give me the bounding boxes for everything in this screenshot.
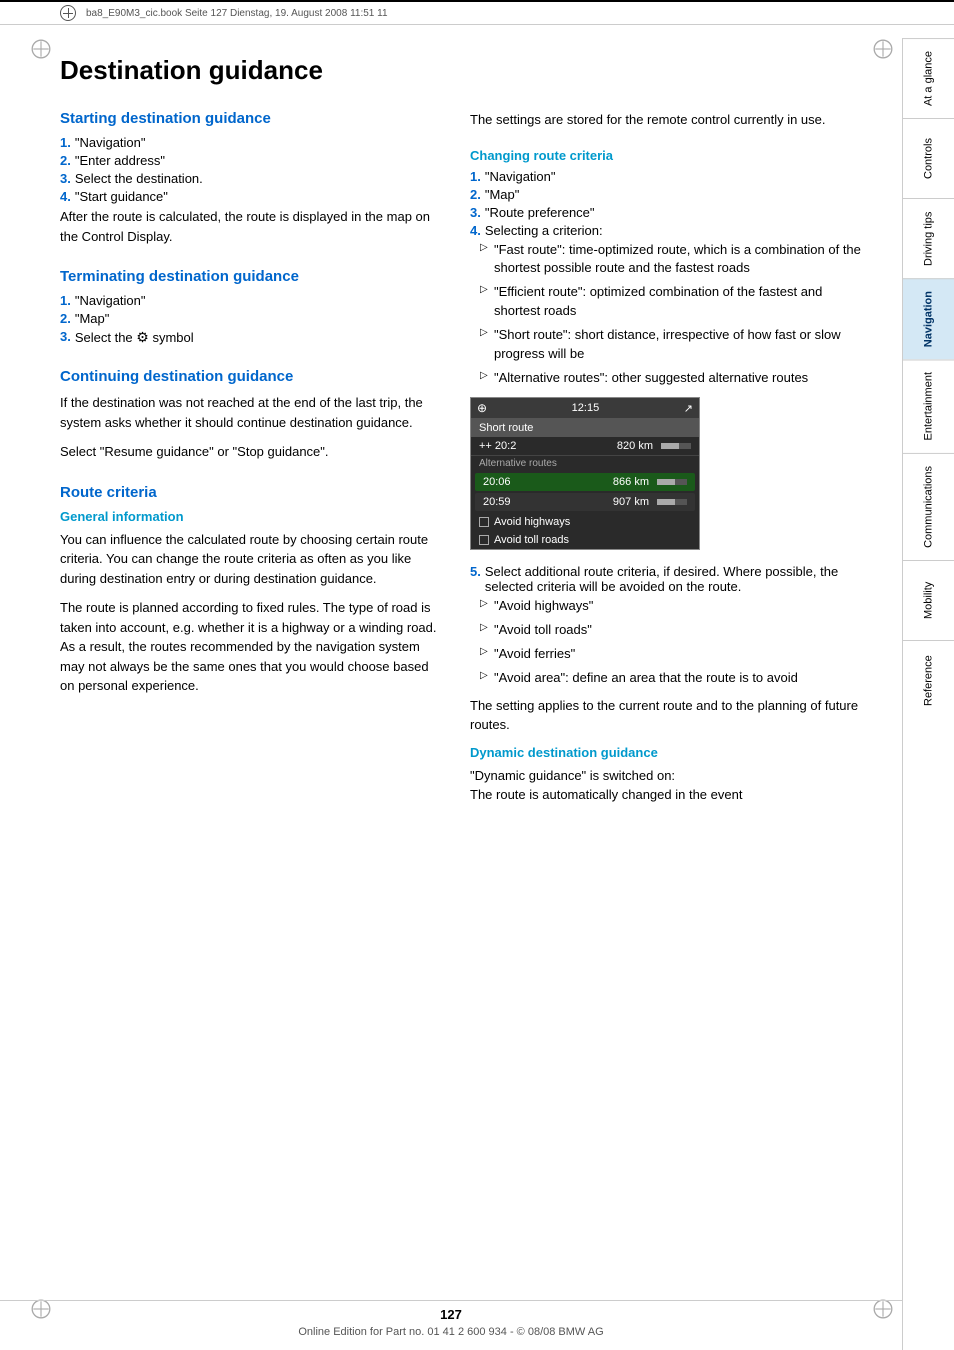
criteria-item-2: "Efficient route": optimized combination…: [480, 283, 872, 321]
section-starting: Starting destination guidance 1. "Naviga…: [60, 110, 440, 246]
screenshot-box: ⊕ 12:15 ↗ Short route ++ 20:2 820 km: [470, 397, 700, 550]
sidebar-tab-controls[interactable]: Controls: [903, 118, 954, 198]
starting-step-4: 4. "Start guidance": [60, 189, 440, 204]
starting-step-3: 3. Select the destination.: [60, 171, 440, 186]
ss-alt1-dist: 866 km: [613, 476, 649, 488]
ss-alt-row-2: 20:59 907 km: [475, 493, 695, 511]
left-column: Starting destination guidance 1. "Naviga…: [60, 110, 440, 827]
starting-step-1: 1. "Navigation": [60, 135, 440, 150]
ss-cb-toll: [479, 535, 489, 545]
step5-item: 5. Select additional route criteria, if …: [470, 564, 872, 594]
top-strip: ba8_E90M3_cic.book Seite 127 Dienstag, 1…: [0, 0, 954, 25]
avoid-option-3: "Avoid ferries": [480, 645, 872, 664]
starting-step-2: 2. "Enter address": [60, 153, 440, 168]
sidebar: At a glance Controls Driving tips Naviga…: [902, 38, 954, 1350]
terminating-step-1: 1. "Navigation": [60, 293, 440, 308]
avoid-option-2: "Avoid toll roads": [480, 621, 872, 640]
dynamic-subtitle: Dynamic destination guidance: [470, 745, 872, 760]
changing-step-3: 3. "Route preference": [470, 205, 872, 220]
continuing-title: Continuing destination guidance: [60, 368, 440, 385]
main-content: Destination guidance Starting destinatio…: [0, 25, 902, 847]
remote-note: The settings are stored for the remote c…: [470, 110, 872, 130]
criteria-item-4: "Alternative routes": other suggested al…: [480, 369, 872, 388]
ss-icon: ⊕: [477, 401, 487, 415]
avoid-options-list: "Avoid highways" "Avoid toll roads" "Avo…: [480, 597, 872, 687]
corner-tr: [872, 38, 894, 60]
two-column-layout: Starting destination guidance 1. "Naviga…: [60, 110, 872, 827]
criteria-item-1: "Fast route": time-optimized route, whic…: [480, 241, 872, 279]
general-para2: The route is planned according to fixed …: [60, 598, 440, 696]
sidebar-tab-navigation[interactable]: Navigation: [903, 278, 954, 359]
ss-plus-time: ++ 20:2: [479, 440, 516, 452]
starting-note: After the route is calculated, the route…: [60, 207, 440, 246]
ss-bar-alt1: [657, 479, 687, 485]
continuing-para1: If the destination was not reached at th…: [60, 393, 440, 432]
ss-expand: ↗: [684, 402, 693, 415]
section-route-criteria: Route criteria General information You c…: [60, 484, 440, 696]
file-info: ba8_E90M3_cic.book Seite 127 Dienstag, 1…: [86, 8, 388, 19]
sidebar-tab-reference[interactable]: Reference: [903, 640, 954, 720]
terminating-step-3: 3. Select the ⚙ symbol: [60, 329, 440, 346]
ss-short-route-row: Short route: [471, 419, 699, 437]
avoid-option-1: "Avoid highways": [480, 597, 872, 616]
criteria-list: "Fast route": time-optimized route, whic…: [480, 241, 872, 388]
ss-bar-main: [661, 443, 691, 449]
setting-note: The setting applies to the current route…: [470, 696, 872, 735]
crosshair-icon-top: [60, 5, 76, 21]
section-changing-route: Changing route criteria 1. "Navigation" …: [470, 148, 872, 805]
criteria-item-3: "Short route": short distance, irrespect…: [480, 326, 872, 364]
dynamic-text: "Dynamic guidance" is switched on:The ro…: [470, 766, 872, 805]
ss-cb-highways: [479, 517, 489, 527]
ss-avoid-toll: Avoid toll roads: [494, 534, 569, 546]
page-number: 127: [0, 1307, 902, 1322]
ss-time: 12:15: [572, 402, 600, 414]
ss-header: ⊕ 12:15 ↗: [471, 398, 699, 419]
ss-alt2-dist: 907 km: [613, 496, 649, 508]
ss-short-route-label: Short route: [479, 422, 533, 434]
terminating-title: Terminating destination guidance: [60, 268, 440, 285]
sidebar-tab-at-a-glance[interactable]: At a glance: [903, 38, 954, 118]
sidebar-tab-mobility[interactable]: Mobility: [903, 560, 954, 640]
ss-alt-routes-label: Alternative routes: [471, 455, 699, 471]
ss-checkbox-toll: Avoid toll roads: [471, 531, 699, 549]
avoid-option-4: "Avoid area": define an area that the ro…: [480, 669, 872, 688]
changing-subtitle: Changing route criteria: [470, 148, 872, 163]
general-para1: You can influence the calculated route b…: [60, 530, 440, 589]
ss-avoid-highways: Avoid highways: [494, 516, 570, 528]
ss-main-dist: 820 km: [617, 440, 653, 452]
ss-alt-row-1: 20:06 866 km: [475, 473, 695, 491]
continuing-para2: Select "Resume guidance" or "Stop guidan…: [60, 442, 440, 462]
page-title: Destination guidance: [60, 55, 872, 86]
changing-step-4: 4. Selecting a criterion:: [470, 223, 872, 238]
corner-tl: [30, 38, 52, 60]
ss-alt1-time: 20:06: [483, 476, 511, 488]
general-info-subtitle: General information: [60, 509, 440, 524]
section-continuing: Continuing destination guidance If the d…: [60, 368, 440, 462]
ss-checkbox-highways: Avoid highways: [471, 513, 699, 531]
ss-main-route-row: ++ 20:2 820 km: [471, 437, 699, 455]
terminating-step-2: 2. "Map": [60, 311, 440, 326]
footer: 127 Online Edition for Part no. 01 41 2 …: [0, 1300, 902, 1338]
ss-alt2-time: 20:59: [483, 496, 511, 508]
section-terminating: Terminating destination guidance 1. "Nav…: [60, 268, 440, 346]
sidebar-tab-communications[interactable]: Communications: [903, 453, 954, 560]
sidebar-tab-entertainment[interactable]: Entertainment: [903, 359, 954, 452]
ss-bar-alt2: [657, 499, 687, 505]
sidebar-tab-driving-tips[interactable]: Driving tips: [903, 198, 954, 278]
route-criteria-title: Route criteria: [60, 484, 440, 501]
footer-text: Online Edition for Part no. 01 41 2 600 …: [0, 1326, 902, 1338]
right-column: The settings are stored for the remote c…: [470, 110, 872, 827]
changing-step-2: 2. "Map": [470, 187, 872, 202]
changing-step-1: 1. "Navigation": [470, 169, 872, 184]
starting-title: Starting destination guidance: [60, 110, 440, 127]
step5-text: Select additional route criteria, if des…: [485, 564, 872, 594]
